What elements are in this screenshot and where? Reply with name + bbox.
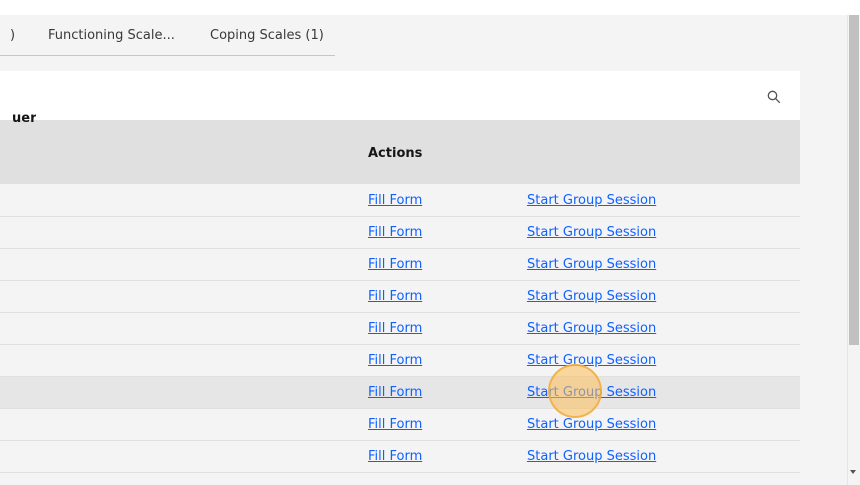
search-bar[interactable] [0, 71, 800, 120]
table-row: Fill Form Start Group Session [0, 249, 800, 281]
table-row: Fill Form Start Group Session [0, 441, 800, 473]
search-icon[interactable] [767, 90, 781, 104]
tab-coping-scales[interactable]: Coping Scales (1) [210, 15, 324, 55]
table-row: Fill Form Start Group Session [0, 313, 800, 345]
fill-form-link[interactable]: Fill Form [368, 257, 422, 272]
column-header-actions: Actions [368, 146, 423, 161]
fill-form-link[interactable]: Fill Form [368, 417, 422, 432]
table-row-hovered: Fill Form Start Group Session [0, 377, 800, 409]
fill-form-link[interactable]: Fill Form [368, 321, 422, 336]
start-group-session-link[interactable]: Start Group Session [527, 257, 656, 272]
start-group-session-link[interactable]: Start Group Session [527, 289, 656, 304]
start-group-session-link[interactable]: Start Group Session [527, 321, 656, 336]
scroll-down-arrow-icon[interactable] [850, 470, 856, 474]
start-group-session-link[interactable]: Start Group Session [527, 225, 656, 240]
table-row: Fill Form Start Group Session [0, 345, 800, 377]
fill-form-link[interactable]: Fill Form [368, 289, 422, 304]
fill-form-link[interactable]: Fill Form [368, 385, 422, 400]
start-group-session-link[interactable]: Start Group Session [527, 193, 656, 208]
fill-form-link[interactable]: Fill Form [368, 449, 422, 464]
top-band [0, 0, 860, 15]
fill-form-link[interactable]: Fill Form [368, 225, 422, 240]
column-header-fragment: uer [12, 114, 37, 124]
table-body: Fill Form Start Group Session Fill Form … [0, 185, 800, 473]
table-row: Fill Form Start Group Session [0, 281, 800, 313]
tab-bar-divider [0, 55, 335, 56]
tab-previous[interactable]: ) [10, 15, 15, 55]
tab-functioning-scale[interactable]: Functioning Scale... [48, 15, 175, 55]
fill-form-link[interactable]: Fill Form [368, 353, 422, 368]
click-indicator [548, 364, 602, 418]
start-group-session-link[interactable]: Start Group Session [527, 417, 656, 432]
start-group-session-link[interactable]: Start Group Session [527, 449, 656, 464]
table-row: Fill Form Start Group Session [0, 217, 800, 249]
start-group-session-link[interactable]: Start Group Session [527, 353, 656, 368]
fill-form-link[interactable]: Fill Form [368, 193, 422, 208]
scrollbar-thumb[interactable] [849, 15, 859, 345]
table-row: Fill Form Start Group Session [0, 409, 800, 441]
table-row: Fill Form Start Group Session [0, 185, 800, 217]
